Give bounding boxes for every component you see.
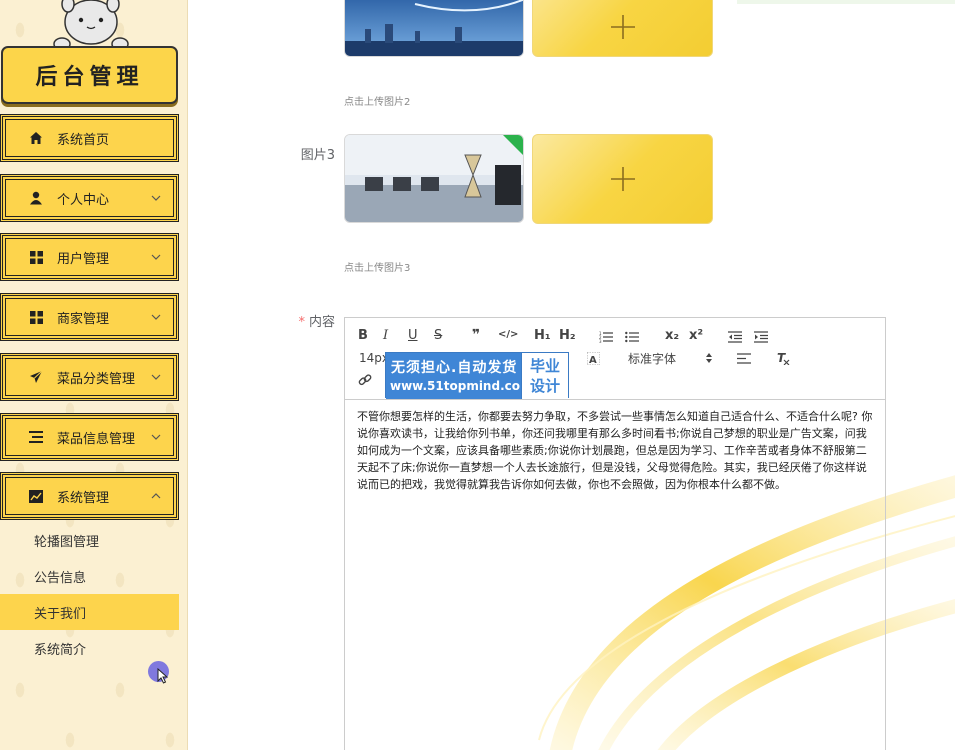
user-icon	[27, 189, 45, 207]
menu-item-label: 商家管理	[57, 311, 110, 327]
plus-icon	[610, 167, 635, 191]
bullet-list-icon[interactable]	[625, 331, 639, 343]
align-icon[interactable]	[737, 353, 751, 364]
menu-item-profile[interactable]: 个人中心	[0, 174, 179, 222]
link-icon[interactable]	[358, 373, 372, 387]
send-icon	[27, 368, 45, 386]
editor-content-area[interactable]: 不管你想要怎样的生活，你都要去努力争取，不多尝试一些事情怎么知道自己适合什么、不…	[357, 408, 875, 493]
image2-hint: 点击上传图片2	[344, 97, 411, 108]
menu-item-label: 系统管理	[57, 490, 110, 506]
top-right-panel	[737, 0, 955, 4]
watermark-line2: www.51topmind.com	[390, 379, 533, 393]
watermark-line1: 无须担心.自动发货	[391, 360, 518, 376]
chevron-down-icon	[151, 314, 161, 320]
select-arrows-icon	[705, 352, 713, 364]
svg-text:3: 3	[599, 339, 602, 343]
chevron-down-icon	[151, 254, 161, 260]
menu-item-label: 系统首页	[57, 132, 110, 148]
menu-item-label: 用户管理	[57, 251, 110, 267]
list-icon	[27, 428, 45, 446]
header2-button[interactable]: H₂	[559, 328, 576, 343]
menu-item-label: 个人中心	[57, 192, 110, 208]
main-content: 点击上传图片2 图片3 点击上传图片3 * 内容 B I U S ❞ </> H₁…	[189, 0, 955, 750]
italic-button[interactable]: I	[383, 328, 388, 343]
watermark-main: 无须担心.自动发货 www.51topmind.com	[386, 353, 533, 399]
editor-toolbar: B I U S ❞ </> H₁ H₂ 123 x₂ x² 14px A 标准字…	[345, 318, 885, 400]
chart-icon	[27, 487, 45, 505]
grid-icon	[27, 248, 45, 266]
svg-text:A: A	[589, 355, 597, 365]
menu-item-users[interactable]: 用户管理	[0, 233, 179, 281]
watermark-side2: 设计	[529, 377, 560, 395]
menu-item-home[interactable]: 系统首页	[0, 114, 179, 162]
menu-item-label: 菜品信息管理	[57, 431, 136, 447]
content-label-text: 内容	[308, 315, 335, 330]
submenu-announcements[interactable]: 公告信息	[0, 558, 179, 594]
outdent-icon[interactable]	[728, 331, 742, 343]
watermark-side1: 毕业	[529, 357, 560, 375]
required-mark: *	[298, 315, 305, 330]
blockquote-button[interactable]: ❞	[472, 327, 480, 343]
mascot-logo	[53, 0, 129, 51]
grid-icon	[27, 308, 45, 326]
content-label: * 内容	[289, 311, 335, 330]
bold-button[interactable]: B	[358, 328, 368, 343]
subscript-button[interactable]: x₂	[665, 328, 679, 343]
mouse-cursor-icon	[157, 668, 168, 684]
image3-label: 图片3	[300, 148, 335, 163]
underline-button[interactable]: U	[408, 328, 418, 343]
menu-item-dish-category[interactable]: 菜品分类管理	[0, 353, 179, 401]
menu-item-system[interactable]: 系统管理	[0, 472, 179, 520]
menu-item-dish-info[interactable]: 菜品信息管理	[0, 413, 179, 461]
upload-image2-button[interactable]	[532, 0, 713, 57]
image2-thumbnail[interactable]	[344, 0, 524, 57]
chevron-down-icon	[151, 434, 161, 440]
indent-icon[interactable]	[754, 331, 768, 343]
strike-button[interactable]: S	[434, 328, 442, 343]
upload-image3-button[interactable]	[532, 134, 713, 224]
rich-text-editor: B I U S ❞ </> H₁ H₂ 123 x₂ x² 14px A 标准字…	[344, 317, 886, 750]
svg-text:T: T	[777, 351, 786, 365]
watermark-side: 毕业 设计	[521, 353, 568, 399]
sidebar-title: 后台管理	[1, 46, 178, 104]
menu-item-label: 菜品分类管理	[57, 371, 136, 387]
submenu-carousel[interactable]: 轮播图管理	[0, 522, 179, 558]
code-block-button[interactable]: </>	[498, 329, 518, 340]
chevron-up-icon	[151, 493, 161, 499]
image3-thumbnail[interactable]	[344, 134, 524, 223]
header1-button[interactable]: H₁	[534, 328, 551, 343]
menu-item-merchants[interactable]: 商家管理	[0, 293, 179, 341]
watermark-badge: 无须担心.自动发货 www.51topmind.com 毕业 设计	[385, 352, 569, 399]
sidebar: 后台管理 系统首页 个人中心 用户管理 商家管理 菜品分类管理 菜品信息管理 系…	[0, 0, 188, 750]
image3-hint: 点击上传图片3	[344, 263, 411, 274]
chevron-down-icon	[151, 195, 161, 201]
chevron-down-icon	[151, 374, 161, 380]
clear-format-icon[interactable]: T	[776, 351, 790, 365]
plus-icon	[610, 15, 635, 39]
submenu-about-us[interactable]: 关于我们	[0, 594, 179, 630]
font-family-select[interactable]: 标准字体	[628, 350, 676, 367]
background-color-icon[interactable]: A	[587, 352, 600, 365]
ordered-list-icon[interactable]: 123	[599, 331, 613, 343]
submenu-system-intro[interactable]: 系统简介	[0, 630, 179, 666]
superscript-button[interactable]: x²	[689, 328, 703, 343]
home-icon	[27, 129, 45, 147]
